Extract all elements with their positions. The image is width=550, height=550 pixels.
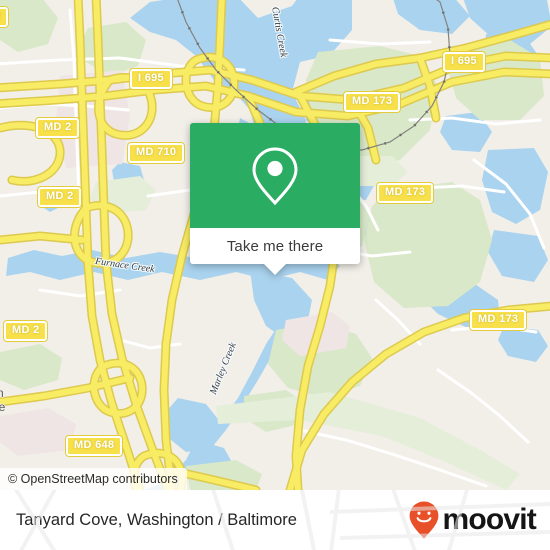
road-shield-partial[interactable]: 9 bbox=[0, 7, 9, 27]
road-shield-md648[interactable]: MD 648 bbox=[66, 436, 123, 456]
road-shield-md2[interactable]: MD 2 bbox=[36, 118, 80, 138]
popup-marker-area bbox=[190, 123, 360, 228]
place-label: n bbox=[0, 386, 4, 400]
map-pin-icon bbox=[252, 146, 298, 205]
popup-pointer bbox=[264, 264, 286, 275]
osm-attribution[interactable]: © OpenStreetMap contributors bbox=[0, 468, 187, 490]
road-shield-md2[interactable]: MD 2 bbox=[4, 321, 48, 341]
road-shield-i695[interactable]: I 695 bbox=[130, 69, 172, 89]
location-title: Tanyard Cove, Washington / Baltimore bbox=[16, 510, 297, 529]
map-canvas[interactable]: Curtis Creek Furnace Creek Marley Creek … bbox=[0, 0, 550, 490]
road-shield-md173[interactable]: MD 173 bbox=[377, 183, 434, 203]
moovit-logo[interactable]: moovit bbox=[409, 501, 537, 539]
moovit-wordmark: moovit bbox=[442, 503, 536, 536]
road-shield-md710[interactable]: MD 710 bbox=[128, 143, 185, 163]
popup-action-area[interactable]: Take me there bbox=[190, 228, 360, 275]
moovit-pin-smiley-icon bbox=[410, 501, 439, 539]
road-shield-md173[interactable]: MD 173 bbox=[344, 92, 401, 112]
bottom-info-bar: Tanyard Cove, Washington / Baltimore moo… bbox=[0, 490, 550, 550]
road-shield-md173[interactable]: MD 173 bbox=[470, 310, 527, 330]
place-label: ie bbox=[0, 400, 6, 414]
map-screenshot: Curtis Creek Furnace Creek Marley Creek … bbox=[0, 0, 550, 550]
location-popup-card[interactable]: Take me there bbox=[190, 123, 360, 275]
take-me-there-label: Take me there bbox=[226, 237, 324, 255]
road-shield-md2[interactable]: MD 2 bbox=[38, 187, 82, 207]
road-shield-i695[interactable]: I 695 bbox=[443, 52, 485, 72]
